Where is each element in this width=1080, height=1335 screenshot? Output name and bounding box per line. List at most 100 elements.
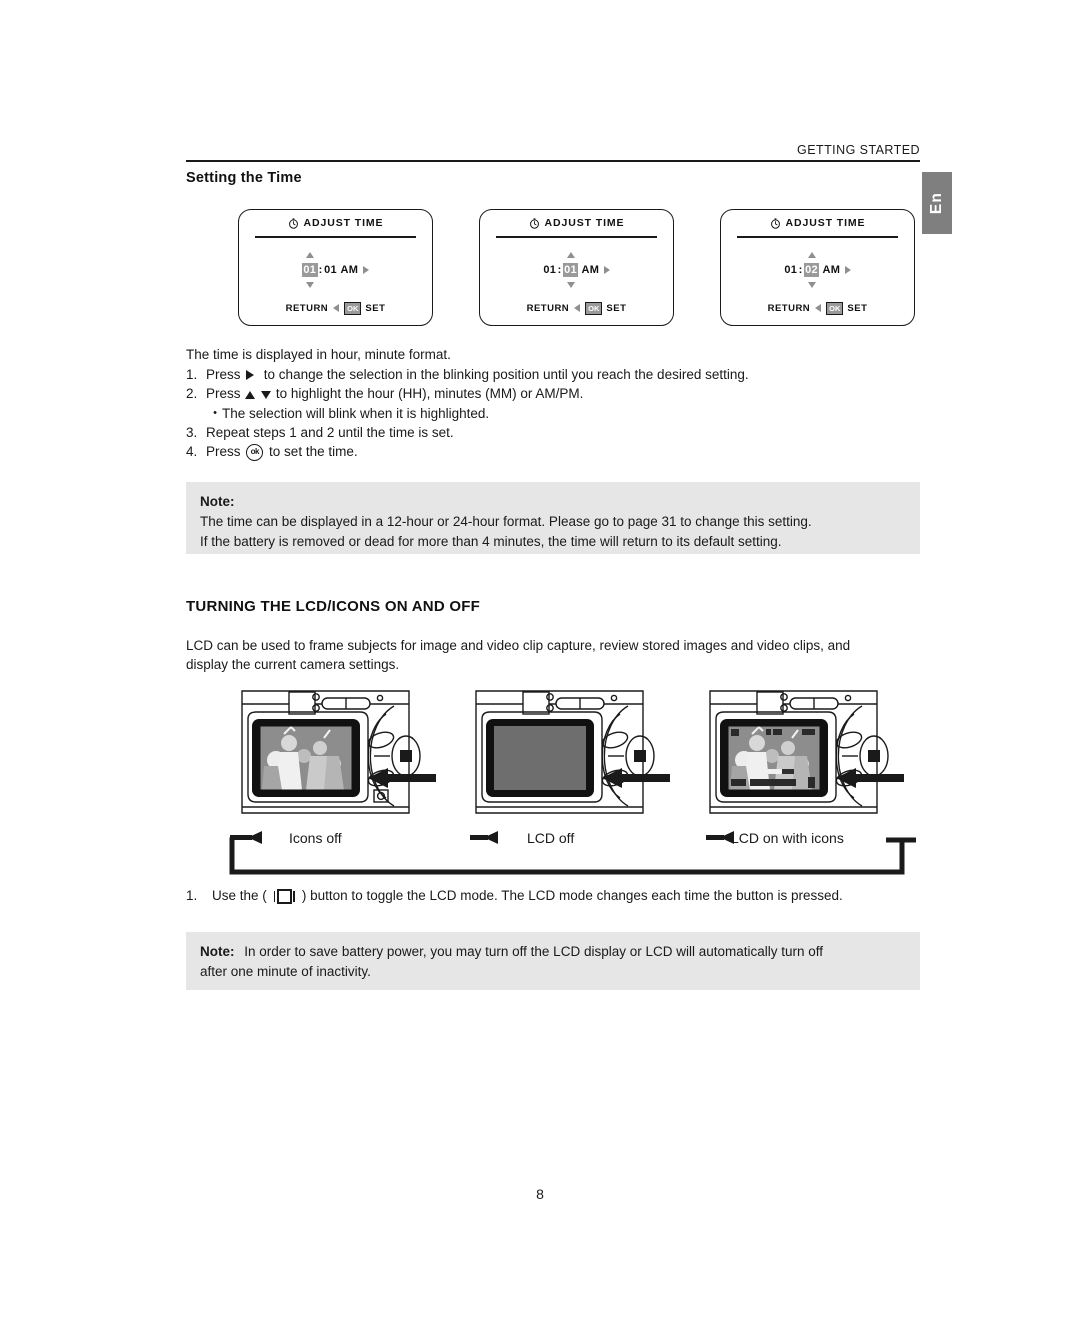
language-tab-label: En	[928, 191, 945, 215]
page-number: 8	[536, 1186, 544, 1202]
return-label[interactable]: RETURN	[768, 303, 811, 314]
flow-loop	[229, 831, 916, 875]
adjust-time-panel-1: ADJUST TIME 01 : 01 AM RETURN OK SET	[238, 209, 433, 326]
time-display: 01 : 01 AM	[239, 252, 432, 288]
note-label: Note:	[200, 944, 235, 959]
lcd-body-line-1: LCD can be used to frame subjects for im…	[186, 638, 851, 653]
camera-icons-off	[234, 686, 469, 826]
panel-footer: RETURN OK SET	[721, 301, 914, 315]
up-arrow-icon	[245, 390, 256, 399]
set-label[interactable]: SET	[847, 303, 867, 314]
minute-field[interactable]: 01	[324, 264, 338, 276]
header-rule	[186, 160, 920, 162]
ampm-field[interactable]: AM	[822, 264, 840, 276]
step-3: 3. Repeat steps 1 and 2 until the time i…	[186, 423, 926, 442]
ok-badge[interactable]: OK	[585, 301, 603, 315]
ok-badge[interactable]: OK	[344, 301, 362, 315]
down-caret-icon	[566, 282, 575, 288]
lcd-photo-with-osd	[727, 725, 821, 791]
step-number: 3.	[186, 424, 198, 440]
time-display: 01 : 01 AM	[480, 252, 673, 288]
minute-field[interactable]: 02	[803, 252, 820, 288]
step-text-pre: Use the (	[212, 888, 267, 903]
clock-icon	[770, 217, 781, 229]
time-format-intro: The time is displayed in hour, minute fo…	[186, 347, 451, 362]
step-text: Press to highlight the hour (HH), minute…	[206, 384, 926, 403]
panel-divider	[737, 236, 898, 238]
step-4: 4. Press ok to set the time.	[186, 442, 926, 462]
lcd-toggle-step: 1. Use the ( ) button to toggle the LCD …	[186, 886, 926, 905]
step-text-post: ) button to toggle the LCD mode. The LCD…	[301, 888, 843, 903]
set-label[interactable]: SET	[606, 303, 626, 314]
section-title-lcd: TURNING THE LCD/ICONS ON AND OFF	[186, 598, 481, 615]
note-label: Note:	[200, 494, 235, 509]
clock-icon	[529, 217, 540, 229]
step-number: 2.	[186, 386, 198, 402]
step-text-pre: Press	[206, 444, 241, 460]
ok-badge[interactable]: OK	[826, 301, 844, 315]
adjust-time-panel-3: ADJUST TIME 01 : 02 AM RETURN OK SET	[720, 209, 915, 326]
note-line-2: after one minute of inactivity.	[200, 964, 371, 979]
time-display: 01 : 02 AM	[721, 252, 914, 288]
step-text-pre: Press	[206, 367, 241, 382]
step-text-post: to highlight the hour (HH), minutes (MM)…	[275, 386, 584, 402]
manual-page: GETTING STARTED En Setting the Time ADJU…	[0, 0, 1080, 1335]
ampm-field[interactable]: AM	[340, 264, 358, 276]
return-label[interactable]: RETURN	[527, 303, 570, 314]
panel-divider	[496, 236, 657, 238]
bullet-icon: •	[213, 406, 217, 419]
lcd-blank	[494, 726, 586, 790]
up-caret-icon	[807, 252, 816, 258]
camera-lcd-off	[468, 686, 703, 826]
note-line-1: The time can be displayed in a 12-hour o…	[200, 514, 812, 529]
note-line-1: In order to save battery power, you may …	[244, 944, 824, 959]
step-number: 4.	[186, 444, 198, 460]
panel-title-row: ADJUST TIME	[721, 217, 914, 229]
step-1: 1. Press to change the selection in the …	[186, 365, 926, 384]
step-2-sub-bullet: • The selection will blink when it is hi…	[186, 404, 926, 423]
flow-label-3: LCD on with icons	[731, 830, 844, 846]
lcd-body-line-2: display the current camera settings.	[186, 657, 400, 672]
step-2: 2. Press to highlight the hour (HH), min…	[186, 384, 926, 403]
panel-title-row: ADJUST TIME	[239, 217, 432, 229]
panel-title-text: ADJUST TIME	[303, 217, 384, 229]
language-tab: En	[922, 172, 952, 234]
step-text-post: to set the time.	[269, 444, 358, 460]
right-arrow-icon	[845, 266, 852, 274]
set-label[interactable]: SET	[365, 303, 385, 314]
minute-field[interactable]: 01	[562, 252, 579, 288]
lcd-photo	[259, 725, 353, 791]
right-arrow-icon	[246, 370, 255, 381]
step-text: Press ok to set the time.	[206, 442, 926, 462]
lcd-toggle-button-icon	[273, 888, 296, 904]
step-text: Press to change the selection in the bli…	[206, 365, 926, 384]
note-line-2: If the battery is removed or dead for mo…	[200, 534, 782, 549]
flow-label-2: LCD off	[527, 830, 575, 846]
hour-field[interactable]: 01	[784, 264, 798, 276]
note-box-battery: Note: In order to save battery power, yo…	[186, 932, 920, 990]
left-arrow-icon	[574, 304, 581, 313]
ampm-field[interactable]: AM	[581, 264, 599, 276]
left-arrow-icon	[815, 304, 822, 313]
left-arrow-icon	[333, 304, 340, 313]
hour-field[interactable]: 01	[543, 264, 557, 276]
right-arrow-icon	[363, 266, 370, 274]
panel-title-text: ADJUST TIME	[544, 217, 625, 229]
hour-field[interactable]: 01	[301, 252, 318, 288]
step-text: Use the ( ) button to toggle the LCD mod…	[212, 886, 843, 905]
right-arrow-icon	[604, 266, 611, 274]
panel-title-row: ADJUST TIME	[480, 217, 673, 229]
adjust-time-panel-2: ADJUST TIME 01 : 01 AM RETURN OK SET	[479, 209, 674, 326]
note-box-time: Note: The time can be displayed in a 12-…	[186, 482, 920, 554]
step-text-post: to change the selection in the blinking …	[263, 367, 749, 382]
clock-icon	[288, 217, 299, 229]
return-label[interactable]: RETURN	[286, 303, 329, 314]
up-caret-icon	[305, 252, 314, 258]
up-caret-icon	[566, 252, 575, 258]
time-steps-list: 1. Press to change the selection in the …	[186, 365, 926, 462]
step-text-pre: Press	[206, 386, 241, 402]
down-arrow-icon	[261, 390, 272, 399]
running-head: GETTING STARTED	[797, 143, 920, 157]
flow-label-1: Icons off	[289, 830, 342, 846]
step-number: 1.	[186, 367, 198, 382]
